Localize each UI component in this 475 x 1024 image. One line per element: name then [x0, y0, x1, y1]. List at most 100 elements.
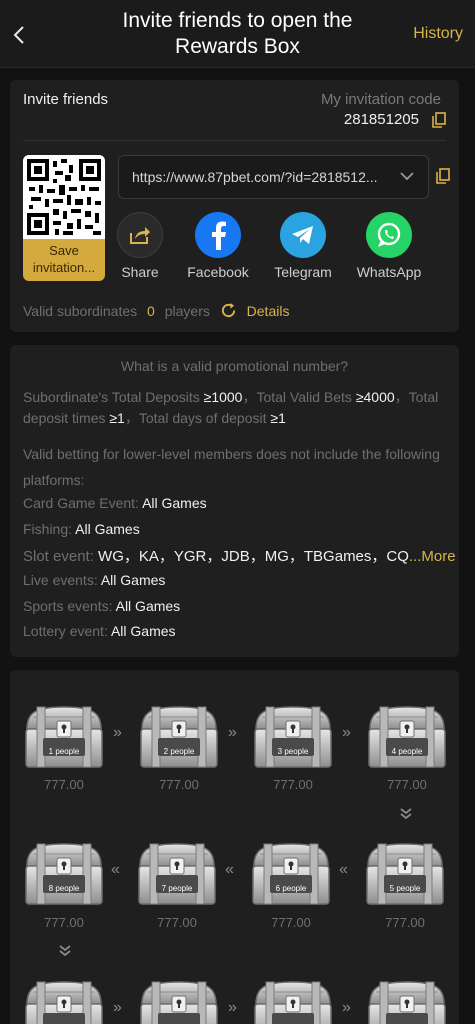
rule-value: All Games [110, 623, 176, 639]
reward-box-7[interactable]: 7 people [136, 840, 218, 913]
reward-box-label: 5 people [389, 884, 421, 893]
valid-subordinates-count: 0 [147, 303, 155, 319]
share-icon [117, 212, 163, 258]
back-arrow-icon[interactable] [8, 20, 32, 50]
rule-live: Live events: All Games [23, 572, 165, 588]
qr-code-card[interactable]: Save invitation... [23, 155, 105, 281]
valid-subordinates-row: Valid subordinates 0 players Details [23, 302, 289, 319]
reward-box-1[interactable]: 1 people [23, 703, 105, 776]
whatsapp-share-button[interactable]: WhatsApp [348, 212, 430, 280]
divider [23, 140, 446, 141]
reward-box-6[interactable]: 6 people [250, 840, 332, 913]
rule-lottery: Lottery event: All Games [23, 623, 176, 639]
reward-box-label: 8 people [48, 884, 80, 893]
invitation-link: https://www.87pbet.com/?id=2818512... [132, 169, 378, 185]
treasure-chest-icon [25, 981, 103, 1024]
reward-box-8[interactable]: 8 people [23, 840, 105, 913]
reward-box[interactable] [138, 978, 220, 1024]
reward-box-4[interactable]: 4 people [366, 703, 448, 776]
rules-card: What is a valid promotional number? Subo… [10, 345, 459, 657]
invitation-code: 281851205 [343, 111, 419, 128]
rule-value: All Games [100, 572, 166, 588]
treasure-chest-icon [368, 706, 446, 768]
page-title-line2: Rewards Box [175, 35, 300, 58]
reward-amount: 777.00 [387, 777, 427, 792]
reward-box-label: 7 people [161, 884, 193, 893]
refresh-icon[interactable] [220, 302, 237, 319]
requirements-text: Subordinate's Total Deposits ≥1000，Total… [23, 387, 448, 429]
rewards-boxes-card: 1 people 2 people 3 people 4 people 777.… [10, 670, 459, 1024]
reward-box-2[interactable]: 2 people [138, 703, 220, 776]
treasure-chest-icon [140, 981, 218, 1024]
reward-box[interactable] [366, 978, 448, 1024]
rule-value: WG，KA，YGR，JDB，MG，TBGames，CQ [98, 548, 409, 565]
rule-label: Fishing: [23, 521, 76, 537]
save-invitation-line2: invitation... [32, 260, 96, 275]
treasure-chest-icon [254, 981, 332, 1024]
reward-amount: 777.00 [159, 777, 199, 792]
whatsapp-label: WhatsApp [356, 264, 422, 280]
chevron-left-icon: « [225, 861, 234, 878]
chevron-right-icon: » [342, 724, 351, 741]
chevron-down-double-icon [59, 945, 71, 957]
rule-label: Sports events: [23, 598, 116, 614]
reward-box-label: 3 people [277, 747, 309, 756]
reward-amount: 777.00 [157, 915, 197, 930]
rule-label: Slot event: [23, 548, 99, 565]
chevron-left-icon: « [111, 861, 120, 878]
reward-box[interactable] [252, 978, 334, 1024]
reward-box[interactable] [23, 978, 105, 1024]
rule-value: All Games [75, 521, 140, 537]
invitation-link-field[interactable]: https://www.87pbet.com/?id=2818512... [118, 155, 429, 199]
invite-title: Invite friends [23, 91, 109, 108]
valid-subordinates-unit: players [164, 303, 210, 319]
req-days-label: ，Total days of deposit [124, 410, 271, 426]
reward-amount: 777.00 [44, 777, 84, 792]
valid-subordinates-label: Valid subordinates [23, 303, 138, 319]
rule-value: All Games [142, 495, 207, 511]
treasure-chest-icon [368, 981, 446, 1024]
rule-fishing: Fishing: All Games [23, 521, 140, 537]
history-link[interactable]: History [413, 25, 463, 43]
req-days-value: ≥1 [270, 410, 286, 426]
reward-box-label: 1 people [48, 747, 80, 756]
rule-label: Live events: [23, 572, 101, 588]
rule-card-game: Card Game Event: All Games [23, 495, 207, 511]
req-times-value: ≥1 [109, 410, 125, 426]
save-invitation-button[interactable]: Save invitation... [23, 242, 105, 276]
chevron-right-icon: » [113, 999, 122, 1016]
copy-link-icon[interactable] [436, 168, 450, 184]
rule-label: Card Game Event: [23, 495, 143, 511]
qr-code-image [23, 155, 105, 239]
copy-code-icon[interactable] [432, 112, 446, 128]
facebook-share-button[interactable]: Facebook [177, 212, 259, 280]
telegram-icon [280, 212, 326, 258]
telegram-label: Telegram [274, 264, 332, 280]
details-link[interactable]: Details [247, 303, 290, 319]
more-link[interactable]: ...More [409, 548, 456, 565]
rules-question: What is a valid promotional number? [120, 358, 349, 374]
chevron-down-icon[interactable] [400, 171, 414, 181]
invite-card: Invite friends My invitation code 281851… [10, 80, 459, 332]
platform-note: Valid betting for lower-level members do… [23, 446, 440, 488]
rule-label: Lottery event: [23, 623, 111, 639]
reward-box-label: 4 people [391, 747, 423, 756]
share-label: Share [121, 264, 159, 280]
reward-box-5[interactable]: 5 people [364, 840, 446, 913]
telegram-share-button[interactable]: Telegram [262, 212, 344, 280]
reward-box-label: 2 people [163, 747, 195, 756]
chevron-left-icon: « [339, 861, 348, 878]
facebook-icon [195, 212, 241, 258]
req-deposits-label: Subordinate's Total Deposits [23, 389, 204, 405]
share-button[interactable]: Share [99, 212, 181, 280]
reward-amount: 777.00 [271, 915, 311, 930]
rule-value: All Games [115, 598, 181, 614]
treasure-chest-icon [140, 706, 218, 768]
reward-box-label: 6 people [275, 884, 307, 893]
reward-box-3[interactable]: 3 people [252, 703, 334, 776]
treasure-chest-icon [25, 706, 103, 768]
reward-amount: 777.00 [385, 915, 425, 930]
chevron-right-icon: » [113, 724, 122, 741]
qr-code-icon [27, 159, 101, 235]
chevron-right-icon: » [228, 999, 237, 1016]
